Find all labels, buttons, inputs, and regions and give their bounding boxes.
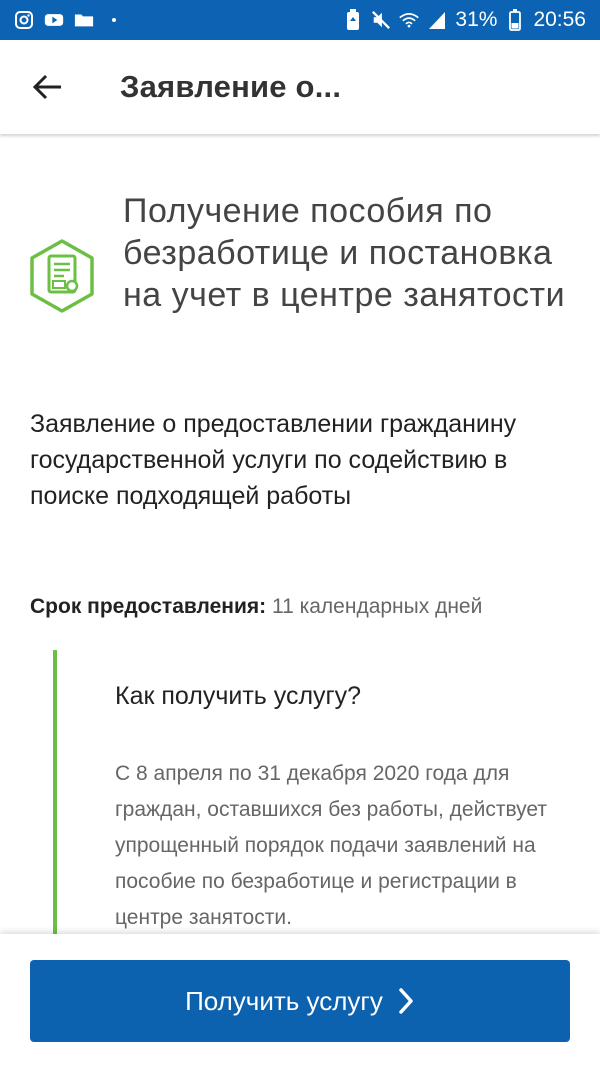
- term-label: Срок предоставления:: [30, 595, 267, 618]
- clock: 20:56: [533, 8, 586, 31]
- arrow-left-icon: [33, 74, 61, 100]
- dot-icon: [104, 10, 124, 30]
- mute-icon: [371, 10, 391, 30]
- service-title: Получение пособия по безработице и поста…: [123, 192, 566, 314]
- document-icon: [28, 238, 96, 314]
- howto-block: Как получить услугу? С 8 апреля по 31 де…: [53, 650, 593, 934]
- application-title: Заявление о предоставлении гражданину го…: [30, 410, 517, 510]
- term-row: Срок предоставления: 11 календарных дней: [30, 592, 590, 622]
- howto-text: С 8 апреля по 31 декабря 2020 года для г…: [115, 762, 548, 929]
- youtube-icon: [44, 10, 64, 30]
- chevron-right-icon: [397, 987, 415, 1015]
- term-value: 11 календарных дней: [271, 595, 483, 618]
- battery-icon: [505, 9, 525, 31]
- battery-percent: 31%: [455, 8, 498, 31]
- signal-icon: [427, 10, 447, 30]
- page-title: Заявление о...: [120, 69, 342, 104]
- howto-heading: Как получить услугу?: [115, 682, 362, 710]
- content-scroll[interactable]: Получение пособия по безработице и поста…: [0, 134, 600, 934]
- wifi-icon: [399, 10, 420, 30]
- footer: Получить услугу: [0, 934, 600, 1066]
- get-service-label: Получить услугу: [185, 985, 383, 1016]
- battery-saver-icon: [343, 9, 363, 30]
- folder-icon: [74, 10, 94, 30]
- app-bar: Заявление о...: [0, 40, 600, 134]
- back-button[interactable]: [0, 40, 96, 134]
- instagram-icon: [14, 10, 34, 30]
- get-service-button[interactable]: Получить услугу: [30, 960, 570, 1042]
- status-bar: 31% 20:56: [0, 0, 600, 40]
